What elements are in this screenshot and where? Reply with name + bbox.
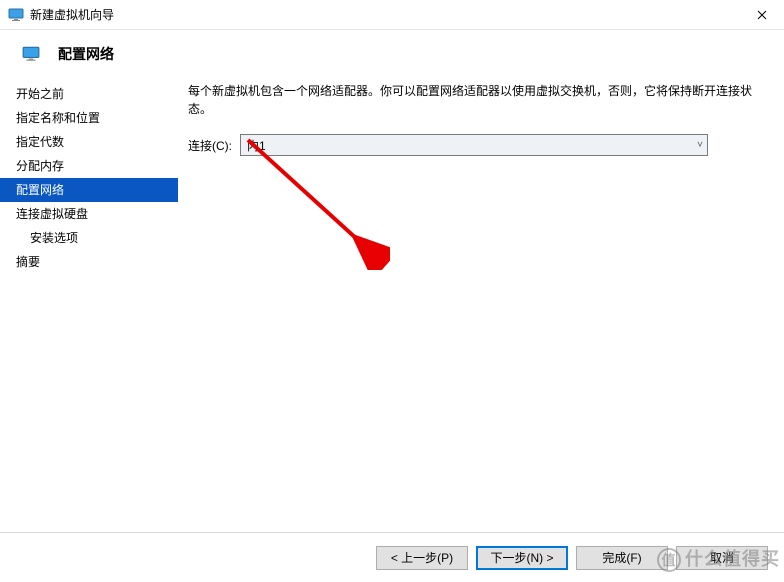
chevron-down-icon: ˅ bbox=[697, 140, 703, 151]
step-summary[interactable]: 摘要 bbox=[0, 250, 178, 274]
close-icon bbox=[757, 10, 767, 20]
connection-select[interactable]: 内1 ˅ bbox=[240, 134, 708, 156]
cancel-button[interactable]: 取消 bbox=[676, 546, 768, 570]
description-text: 每个新虚拟机包含一个网络适配器。你可以配置网络适配器以使用虚拟交换机，否则，它将… bbox=[188, 82, 770, 118]
wizard-steps-sidebar: 开始之前 指定名称和位置 指定代数 分配内存 配置网络 连接虚拟硬盘 安装选项 … bbox=[0, 82, 178, 552]
finish-button[interactable]: 完成(F) bbox=[576, 546, 668, 570]
page-title: 配置网络 bbox=[58, 44, 114, 64]
titlebar: 新建虚拟机向导 bbox=[0, 0, 784, 30]
step-before-you-begin[interactable]: 开始之前 bbox=[0, 82, 178, 106]
next-button[interactable]: 下一步(N) > bbox=[476, 546, 568, 570]
wizard-header: 配置网络 bbox=[0, 30, 784, 82]
step-specify-generation[interactable]: 指定代数 bbox=[0, 130, 178, 154]
monitor-icon bbox=[22, 45, 40, 63]
app-icon bbox=[8, 7, 24, 23]
step-configure-networking[interactable]: 配置网络 bbox=[0, 178, 178, 202]
previous-button[interactable]: < 上一步(P) bbox=[376, 546, 468, 570]
connection-value: 内1 bbox=[247, 137, 266, 154]
wizard-body: 开始之前 指定名称和位置 指定代数 分配内存 配置网络 连接虚拟硬盘 安装选项 … bbox=[0, 82, 784, 552]
wizard-main-panel: 每个新虚拟机包含一个网络适配器。你可以配置网络适配器以使用虚拟交换机，否则，它将… bbox=[178, 82, 784, 552]
step-connect-vhd[interactable]: 连接虚拟硬盘 bbox=[0, 202, 178, 226]
window-title: 新建虚拟机向导 bbox=[30, 6, 114, 23]
step-assign-memory[interactable]: 分配内存 bbox=[0, 154, 178, 178]
connection-row: 连接(C): 内1 ˅ bbox=[188, 134, 770, 156]
step-specify-name[interactable]: 指定名称和位置 bbox=[0, 106, 178, 130]
close-button[interactable] bbox=[739, 0, 784, 30]
connection-label: 连接(C): bbox=[188, 137, 232, 154]
step-install-options[interactable]: 安装选项 bbox=[0, 226, 178, 250]
wizard-footer: < 上一步(P) 下一步(N) > 完成(F) 取消 bbox=[0, 532, 784, 582]
